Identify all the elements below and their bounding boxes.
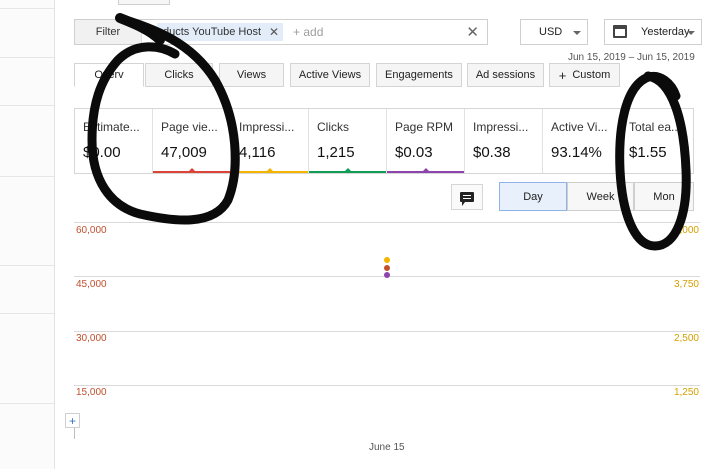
data-point-yellow[interactable] xyxy=(384,257,390,263)
left-axis-tick: 15,000 xyxy=(76,387,107,398)
right-axis-tick: 1,250 xyxy=(673,387,699,398)
right-axis-tick: 3,750 xyxy=(673,279,699,290)
data-point-purple[interactable] xyxy=(384,272,390,278)
gridline xyxy=(74,331,700,332)
left-axis-tick: 30,000 xyxy=(76,333,107,344)
left-axis-tick: 60,000 xyxy=(76,225,107,236)
x-axis-tick: June 15 xyxy=(369,442,405,453)
performance-chart: 60,000 45,000 30,000 15,000 5,000 3,750 … xyxy=(0,0,716,469)
data-point-red[interactable] xyxy=(384,265,390,271)
gridline xyxy=(74,222,700,223)
zoom-plus-icon[interactable]: + xyxy=(65,413,80,428)
right-axis-tick: 2,500 xyxy=(673,333,699,344)
gridline xyxy=(74,385,700,386)
left-axis-tick: 45,000 xyxy=(76,279,107,290)
right-axis-tick: 5,000 xyxy=(673,225,699,236)
